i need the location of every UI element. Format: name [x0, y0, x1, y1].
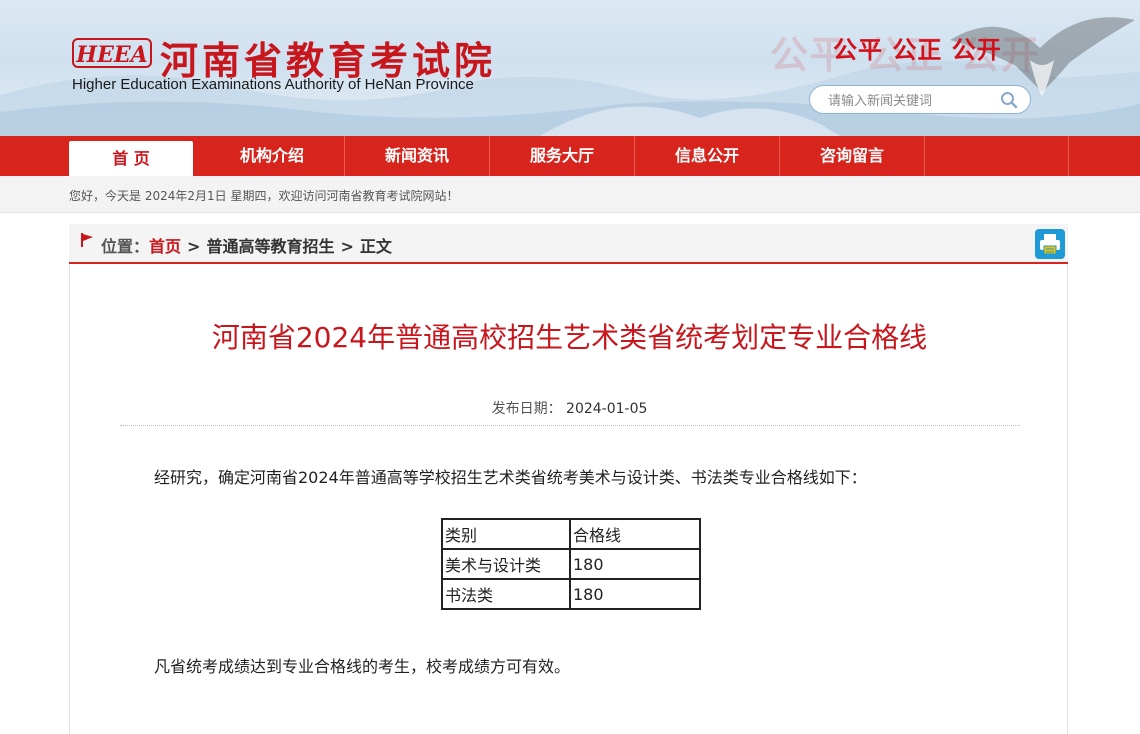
- article-paragraph-2: 凡省统考成绩达到专业合格线的考生，校考成绩方可有效。: [154, 657, 571, 676]
- nav-item-consult[interactable]: 咨询留言: [780, 136, 925, 176]
- table-cell: 180: [569, 548, 701, 580]
- table-header-cell: 合格线: [569, 518, 701, 550]
- breadcrumb-section-link[interactable]: 普通高等教育招生: [206, 237, 334, 256]
- breadcrumb: 位置：首页 > 普通高等教育招生 > 正文: [69, 224, 1068, 264]
- welcome-bar: 您好，今天是 2024年2月1日 星期四，欢迎访问河南省教育考试院网站！: [0, 176, 1140, 213]
- site-subtitle: Higher Education Examinations Authority …: [72, 76, 474, 93]
- printer-icon: [1040, 234, 1060, 255]
- table-cell: 美术与设计类: [441, 548, 571, 580]
- publish-date: 2024-01-05: [566, 401, 648, 417]
- nav-item-home[interactable]: 首 页: [69, 141, 193, 176]
- nav-item-about[interactable]: 机构介绍: [200, 136, 345, 176]
- breadcrumb-current: 正文: [359, 237, 392, 256]
- article-paragraph-1: 经研究，确定河南省2024年普通高等学校招生艺术类省统考美术与设计类、书法类专业…: [154, 468, 867, 487]
- table-cell: 180: [569, 578, 701, 610]
- breadcrumb-separator: >: [340, 237, 354, 256]
- nav-divider: [1068, 136, 1069, 176]
- welcome-text: 您好，今天是 2024年2月1日 星期四，欢迎访问河南省教育考试院网站！: [69, 189, 459, 203]
- table-header-cell: 类别: [441, 518, 571, 550]
- nav-item-disclosure[interactable]: 信息公开: [635, 136, 780, 176]
- search-input[interactable]: [826, 90, 990, 112]
- location-flag-icon: [81, 233, 93, 247]
- print-button[interactable]: [1035, 229, 1065, 259]
- breadcrumb-label: 位置：: [101, 237, 150, 256]
- breadcrumb-home-link[interactable]: 首页: [149, 237, 181, 256]
- site-header: HEEA 河南省教育考试院 Higher Education Examinati…: [0, 0, 1140, 136]
- article-title: 河南省2024年普通高校招生艺术类省统考划定专业合格线: [211, 321, 928, 354]
- table-header-row: 类别 合格线: [441, 518, 701, 550]
- search-icon[interactable]: [1000, 91, 1018, 109]
- table-row: 书法类 180: [441, 578, 701, 610]
- breadcrumb-path: 位置：首页 > 普通高等教育招生 > 正文: [101, 233, 392, 257]
- heea-logo-icon: HEEA: [72, 38, 152, 68]
- table-row: 美术与设计类 180: [441, 548, 701, 580]
- main-nav: 首 页 机构介绍 新闻资讯 服务大厅 信息公开 咨询留言: [0, 136, 1140, 176]
- nav-item-news[interactable]: 新闻资讯: [345, 136, 490, 176]
- article-meta: 发布日期： 2024-01-05: [70, 398, 1069, 418]
- breadcrumb-separator: >: [187, 237, 201, 256]
- article-body: 河南省2024年普通高校招生艺术类省统考划定专业合格线 发布日期： 2024-0…: [69, 264, 1068, 734]
- logo-text: HEEA: [75, 42, 147, 68]
- nav-item-services[interactable]: 服务大厅: [490, 136, 635, 176]
- slogan: 公平 公正 公开: [833, 36, 1002, 64]
- publish-date-label: 发布日期：: [491, 401, 562, 417]
- cutoff-table: 类别 合格线 美术与设计类 180 书法类 180: [441, 518, 701, 610]
- article-divider: [120, 425, 1020, 426]
- table-cell: 书法类: [441, 578, 571, 610]
- search-box: [809, 85, 1031, 114]
